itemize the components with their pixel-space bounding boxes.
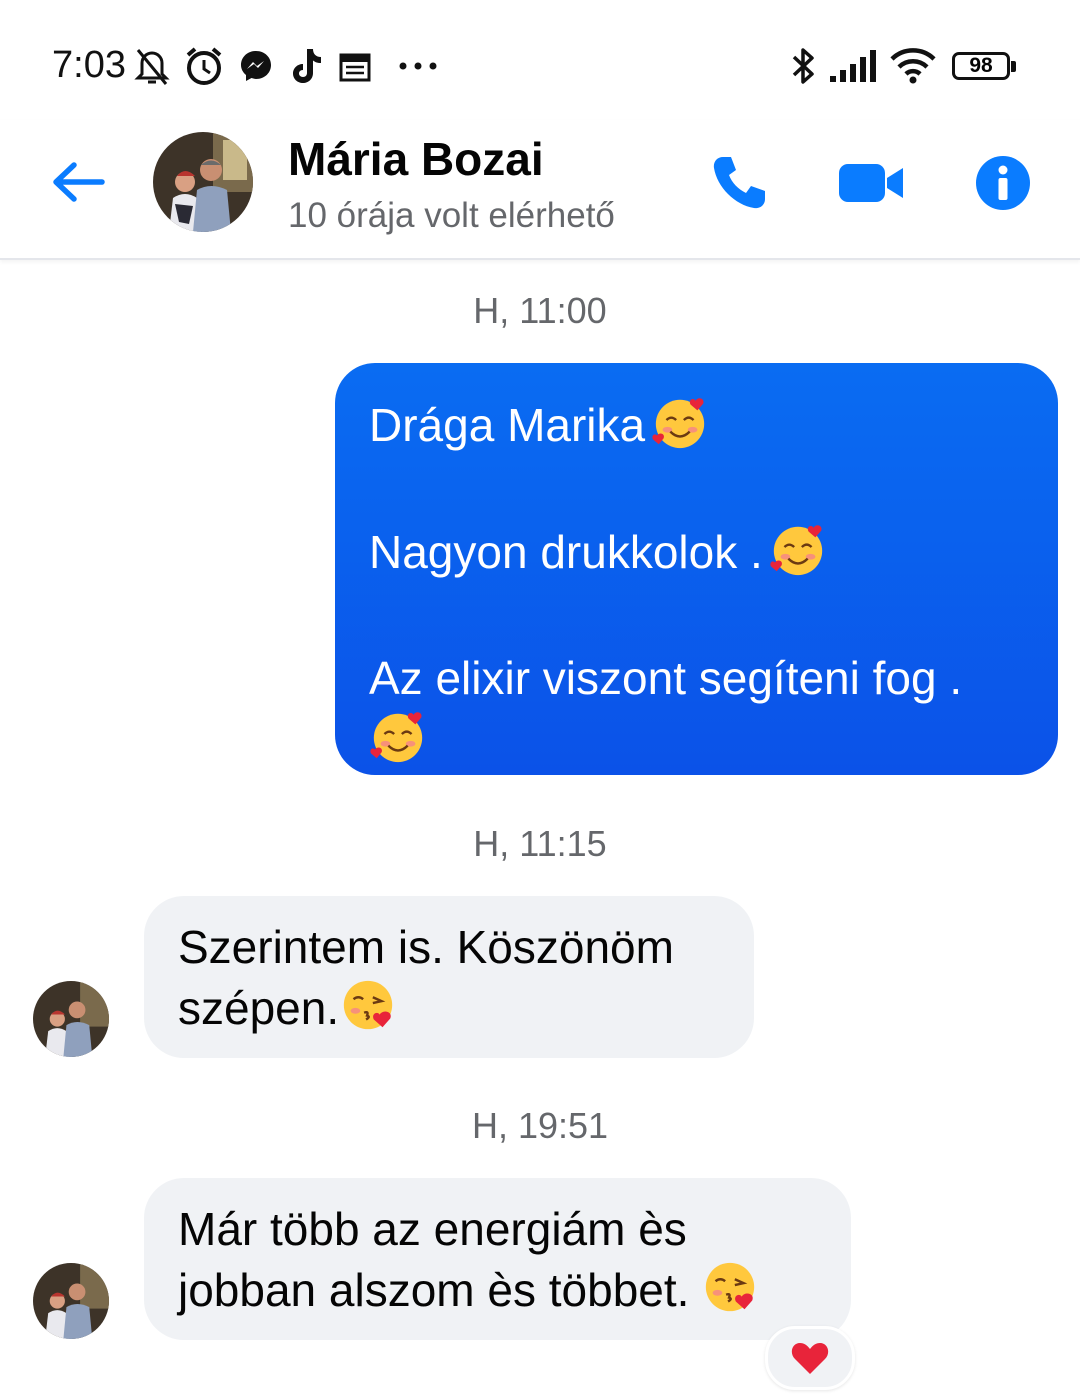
tiktok-icon (286, 44, 326, 88)
signal-icon (826, 44, 880, 88)
video-call-button[interactable] (836, 148, 906, 218)
calendar-icon (336, 44, 374, 88)
bell-off-icon (132, 44, 172, 88)
message-text: Az elixir viszont segíteni fog . (369, 652, 963, 704)
voice-call-button[interactable] (704, 148, 774, 218)
message-timestamp: H, 19:51 (471, 1105, 609, 1146)
info-icon (976, 156, 1030, 210)
conversation-header: Mária Bozai 10 órája volt elérhető (0, 120, 1080, 260)
message-text: Szerintem is. Köszönöm (178, 921, 674, 973)
message-timestamp: H, 11:15 (473, 823, 607, 864)
smiling-face-with-hearts-emoji-icon (770, 525, 822, 576)
back-button[interactable] (46, 150, 110, 214)
wifi-icon (888, 44, 938, 88)
status-time: 7:03 (52, 44, 126, 86)
message-text: Nagyon drukkolok . (369, 526, 763, 578)
messenger-icon (236, 44, 276, 88)
message-text: Drága Marika (369, 399, 646, 451)
smiling-face-with-hearts-emoji-icon (652, 398, 705, 449)
battery-icon: 98 (952, 52, 1016, 80)
status-bar: 7:03 98 (0, 0, 1080, 120)
contact-active-status: 10 órája volt elérhető (288, 196, 615, 235)
phone-icon (713, 157, 765, 209)
message-text: jobban alszom ès többet. (178, 1264, 690, 1316)
red-heart-icon (791, 1343, 829, 1374)
alarm-icon (182, 44, 226, 88)
incoming-message-bubble[interactable]: Már több az energiám ès jobban alszom ès… (144, 1178, 851, 1340)
conversation-info-button[interactable] (968, 148, 1038, 218)
face-blowing-kiss-emoji-icon (343, 980, 393, 1030)
contact-avatar[interactable] (153, 132, 253, 232)
message-timestamp: H, 11:00 (473, 290, 607, 331)
smiling-face-with-hearts-emoji-icon (370, 712, 423, 763)
message-reaction[interactable] (765, 1326, 855, 1390)
incoming-message-bubble[interactable]: Szerintem is. Köszönöm szépen. (144, 896, 754, 1058)
more-dots-icon (396, 44, 440, 88)
outgoing-message-bubble[interactable]: Drága Marika Nagyon drukkolok . Az elixi… (335, 363, 1058, 775)
sender-avatar[interactable] (33, 981, 109, 1057)
back-arrow-icon (53, 162, 105, 202)
face-blowing-kiss-emoji-icon (706, 1262, 755, 1312)
video-camera-icon (839, 164, 903, 202)
bluetooth-icon (786, 44, 820, 88)
sender-avatar[interactable] (33, 1263, 109, 1339)
contact-name[interactable]: Mária Bozai (288, 132, 544, 186)
message-text: Már több az energiám ès (178, 1203, 687, 1255)
message-text: szépen. (178, 982, 340, 1034)
